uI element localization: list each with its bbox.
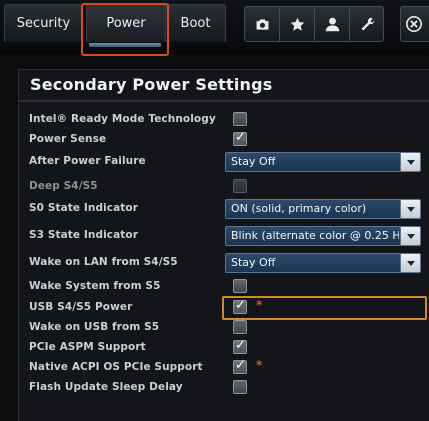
tab-security[interactable]: Security (4, 4, 83, 42)
user-icon (325, 17, 339, 31)
exit-button[interactable] (400, 6, 429, 42)
s3-state-indicator-dropdown[interactable]: Blink (alternate color @ 0.25 Hz (225, 226, 421, 246)
setting-label: After Power Failure (29, 155, 146, 167)
panel-title: Secondary Power Settings (30, 75, 273, 94)
tab-power-label: Power (106, 16, 146, 31)
tools-button[interactable] (350, 7, 384, 41)
top-tab-bar: Security Power Boot (0, 0, 429, 56)
toolbar-group (244, 6, 384, 42)
setting-row-power-sense: Power Sense ✓ (19, 130, 429, 150)
modified-marker: * (256, 358, 263, 372)
wake-on-usb-checkbox[interactable] (233, 320, 247, 334)
setting-row-wake-on-usb: Wake on USB from S5 (19, 318, 429, 338)
wake-system-s5-checkbox[interactable] (233, 279, 247, 293)
setting-row-flash-update-sleep-delay: Flash Update Sleep Delay (19, 378, 429, 398)
setting-row-s3-state-indicator: S3 State Indicator Blink (alternate colo… (19, 226, 429, 246)
checkmark-icon: ✓ (235, 298, 246, 313)
active-tab-indicator (89, 43, 161, 47)
setting-row-usb-s4-s5-power: USB S4/S5 Power ✓ * (19, 298, 429, 318)
wake-on-lan-dropdown[interactable]: Stay Off (225, 253, 421, 273)
setting-label: USB S4/S5 Power (29, 301, 133, 313)
setting-label: PCIe ASPM Support (29, 341, 146, 353)
setting-label: Flash Update Sleep Delay (29, 381, 183, 393)
setting-row-after-power-failure: After Power Failure Stay Off (19, 152, 429, 172)
setting-label: Wake on LAN from S4/S5 (29, 256, 178, 268)
tab-power[interactable]: Power (86, 4, 166, 42)
exit-icon (405, 15, 423, 33)
setting-label: Wake System from S5 (29, 280, 161, 292)
checkmark-icon: ✓ (235, 130, 246, 145)
chevron-down-icon[interactable] (400, 200, 420, 218)
checkmark-icon: ✓ (235, 338, 246, 353)
native-acpi-pcie-checkbox[interactable]: ✓ (233, 358, 247, 374)
setting-label: Intel® Ready Mode Technology (29, 113, 216, 125)
flash-update-sleep-delay-checkbox[interactable] (233, 380, 247, 394)
setting-row-wake-system-s5: Wake System from S5 (19, 277, 429, 297)
setting-label: S3 State Indicator (29, 229, 139, 241)
dropdown-value: Stay Off (231, 256, 276, 269)
setting-row-native-acpi-pcie: Native ACPI OS PCIe Support ✓ * (19, 358, 429, 378)
setting-label: Power Sense (29, 133, 107, 145)
power-sense-checkbox[interactable]: ✓ (233, 130, 247, 146)
modified-marker: * (256, 298, 263, 312)
secondary-power-settings-panel: Secondary Power Settings Intel® Ready Mo… (18, 69, 429, 421)
dropdown-value: Blink (alternate color @ 0.25 Hz (231, 229, 399, 242)
setting-label: Wake on USB from S5 (29, 321, 160, 333)
checkmark-icon: ✓ (235, 358, 246, 373)
setting-row-intel-ready-mode: Intel® Ready Mode Technology (19, 110, 429, 130)
star-icon (290, 17, 304, 31)
setting-row-deep-s4-s5: Deep S4/S5 (19, 177, 429, 197)
panel-divider (19, 100, 429, 102)
deep-s4-s5-checkbox (233, 179, 247, 193)
dropdown-value: ON (solid, primary color) (231, 202, 367, 215)
usb-s4-s5-power-checkbox[interactable]: ✓ (233, 298, 247, 314)
chevron-down-icon[interactable] (400, 153, 420, 171)
tab-boot-label: Boot (180, 16, 211, 31)
tab-boot[interactable]: Boot (166, 4, 226, 42)
setting-row-wake-on-lan: Wake on LAN from S4/S5 Stay Off (19, 253, 429, 273)
s0-state-indicator-dropdown[interactable]: ON (solid, primary color) (225, 199, 421, 219)
chevron-down-icon[interactable] (400, 227, 420, 245)
dropdown-value: Stay Off (231, 155, 276, 168)
chevron-down-icon[interactable] (400, 254, 420, 272)
setting-label: Native ACPI OS PCIe Support (29, 361, 203, 373)
tab-security-label: Security (16, 16, 71, 31)
pcie-aspm-checkbox[interactable]: ✓ (233, 338, 247, 354)
setting-label: S0 State Indicator (29, 202, 139, 214)
wrench-icon (361, 17, 374, 30)
setting-row-pcie-aspm: PCIe ASPM Support ✓ (19, 338, 429, 358)
intel-ready-mode-checkbox[interactable] (233, 112, 247, 126)
after-power-failure-dropdown[interactable]: Stay Off (225, 152, 421, 172)
setting-row-s0-state-indicator: S0 State Indicator ON (solid, primary co… (19, 199, 429, 219)
setting-label: Deep S4/S5 (29, 180, 98, 192)
favorites-button[interactable] (280, 7, 314, 41)
user-button[interactable] (315, 7, 349, 41)
camera-icon (256, 18, 268, 30)
screenshot-button[interactable] (245, 7, 279, 41)
